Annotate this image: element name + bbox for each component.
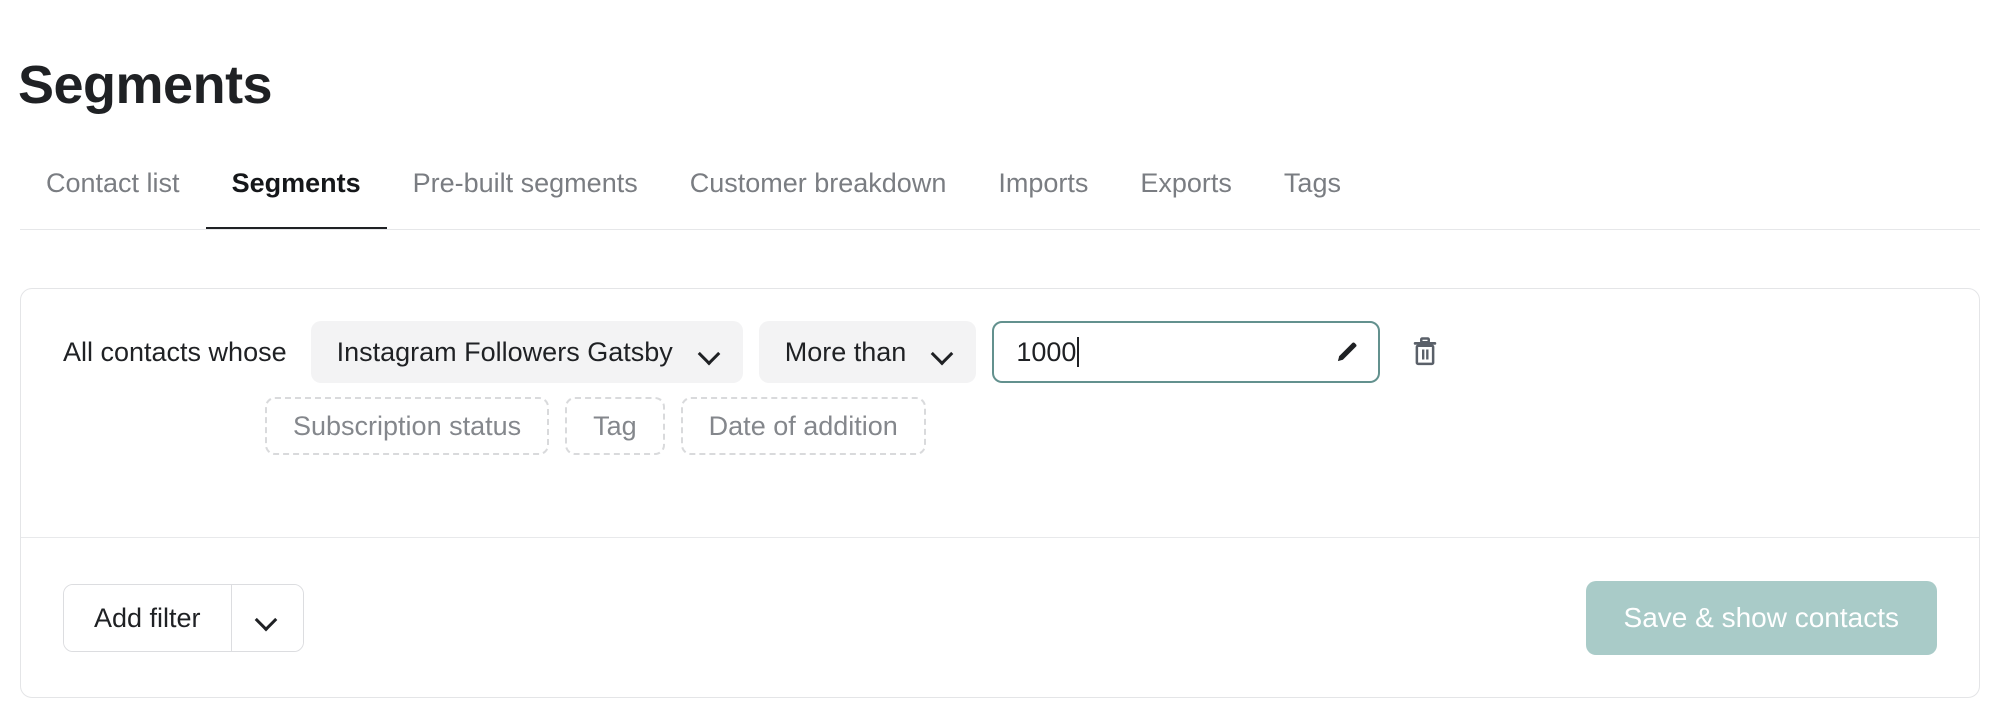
- filter-suggestion-chips: Subscription status Tag Date of addition: [63, 397, 1939, 455]
- filter-condition-row: All contacts whose Instagram Followers G…: [63, 321, 1939, 383]
- filter-conditions-area: All contacts whose Instagram Followers G…: [21, 289, 1979, 537]
- segments-page: Segments Contact list Segments Pre-built…: [0, 0, 2000, 726]
- pencil-icon[interactable]: [1334, 339, 1360, 365]
- chevron-down-icon: [699, 346, 721, 358]
- tab-exports[interactable]: Exports: [1114, 158, 1258, 230]
- filter-field-value: Instagram Followers Gatsby: [336, 336, 673, 367]
- filter-value-input[interactable]: 1000: [992, 321, 1381, 383]
- filter-operator-value: More than: [784, 336, 907, 367]
- chevron-down-icon: [256, 612, 278, 624]
- chip-date-of-addition[interactable]: Date of addition: [680, 397, 926, 455]
- filter-value-text: 1000: [1016, 336, 1077, 367]
- tab-label: Imports: [998, 167, 1089, 198]
- page-title: Segments: [18, 55, 273, 116]
- chevron-down-icon: [932, 346, 954, 358]
- tab-label: Segments: [231, 167, 361, 198]
- chip-tag[interactable]: Tag: [565, 397, 665, 455]
- add-filter-dropdown-toggle[interactable]: [230, 585, 303, 651]
- tab-label: Contact list: [46, 167, 180, 198]
- tab-tags[interactable]: Tags: [1258, 158, 1367, 230]
- save-and-show-contacts-button[interactable]: Save & show contacts: [1585, 581, 1937, 655]
- filter-prefix-label: All contacts whose: [63, 336, 287, 367]
- filter-operator-select[interactable]: More than: [758, 321, 977, 383]
- tab-label: Pre-built segments: [412, 167, 638, 198]
- tab-contact-list[interactable]: Contact list: [20, 158, 206, 230]
- tab-pre-built-segments[interactable]: Pre-built segments: [387, 158, 664, 230]
- trash-icon[interactable]: [1410, 335, 1440, 369]
- segment-filter-card: All contacts whose Instagram Followers G…: [20, 288, 1980, 698]
- tab-label: Tags: [1283, 167, 1341, 198]
- tab-label: Customer breakdown: [689, 167, 947, 198]
- tab-segments[interactable]: Segments: [205, 158, 387, 230]
- card-footer: Add filter Save & show contacts: [21, 538, 1979, 698]
- add-filter-split-button: Add filter: [63, 584, 304, 652]
- text-cursor: [1077, 337, 1080, 367]
- add-filter-button[interactable]: Add filter: [64, 585, 231, 651]
- tab-label: Exports: [1140, 167, 1232, 198]
- chip-subscription-status[interactable]: Subscription status: [265, 397, 550, 455]
- tabs-underline-rule: [20, 229, 1980, 230]
- tab-imports[interactable]: Imports: [972, 158, 1114, 230]
- tab-list: Contact list Segments Pre-built segments…: [20, 158, 1367, 230]
- filter-field-select[interactable]: Instagram Followers Gatsby: [310, 321, 743, 383]
- tab-customer-breakdown[interactable]: Customer breakdown: [664, 158, 973, 230]
- tab-navigation: Contact list Segments Pre-built segments…: [0, 158, 2000, 230]
